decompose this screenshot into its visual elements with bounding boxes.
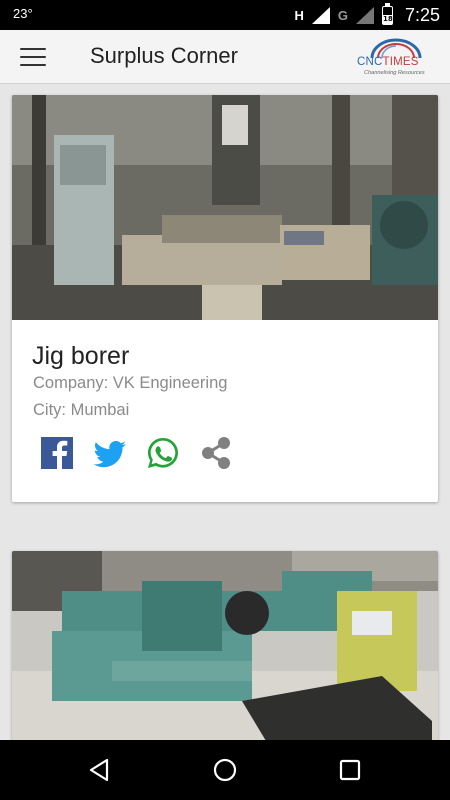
back-icon[interactable]: [85, 755, 115, 785]
listing-card[interactable]: [12, 551, 438, 751]
battery-icon: 18: [381, 2, 393, 25]
facebook-icon[interactable]: [39, 435, 75, 471]
logo-wordmark: CNCTIMES: [357, 56, 419, 68]
machine-photo[interactable]: [12, 551, 438, 751]
recents-icon[interactable]: [335, 755, 365, 785]
hamburger-menu-icon[interactable]: [20, 48, 46, 67]
listing-card[interactable]: Jig borer Company: VK Engineering City: …: [12, 95, 438, 502]
status-bar: 23° H G 18 7:25: [0, 0, 450, 30]
network-h-indicator: H: [294, 7, 304, 23]
page-title: Surplus Corner: [90, 43, 238, 68]
status-icons: H G 18 7:25: [294, 2, 440, 27]
home-icon[interactable]: [210, 755, 240, 785]
listing-company: Company: VK Engineering: [33, 374, 228, 392]
logo-tagline: Channelising Resources: [364, 70, 425, 76]
share-icon[interactable]: [198, 435, 234, 471]
signal-strength-secondary-icon: [355, 6, 374, 24]
listing-title: Jig borer: [32, 342, 130, 370]
temperature-indicator: 23°: [13, 6, 33, 21]
machine-photo[interactable]: [12, 95, 438, 320]
twitter-icon[interactable]: [92, 435, 128, 471]
whatsapp-icon[interactable]: [145, 435, 181, 471]
app-bar: Surplus Corner CNCTIMES Channelising Res…: [0, 30, 450, 84]
clock: 7:25: [404, 4, 440, 25]
network-g-indicator: G: [337, 7, 348, 23]
battery-level: 18: [382, 14, 393, 24]
system-nav-bar: [0, 740, 450, 800]
signal-strength-icon: [311, 6, 330, 24]
listing-city: City: Mumbai: [33, 401, 130, 419]
cnc-times-logo: CNCTIMES Channelising Resources: [354, 36, 436, 78]
